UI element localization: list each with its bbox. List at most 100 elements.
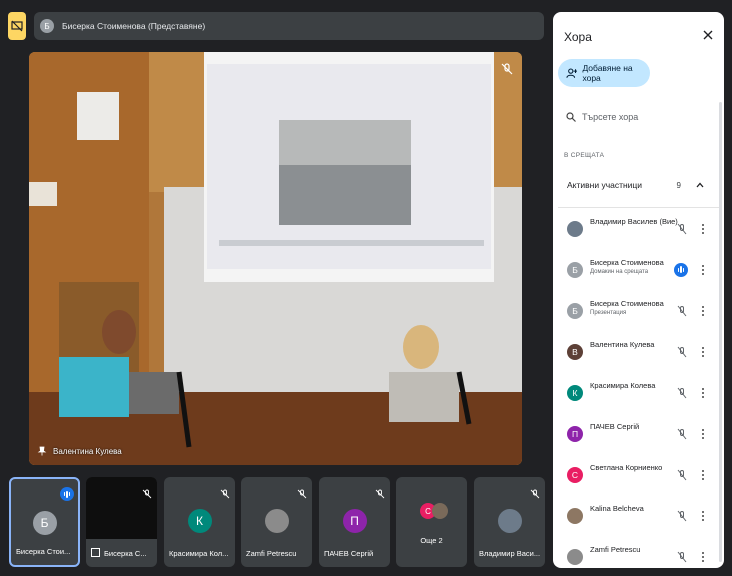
more-vert-icon[interactable] [698,264,708,276]
avatar: К [567,384,583,401]
more-vert-icon[interactable] [698,469,708,481]
mic-off-icon[interactable] [676,551,688,563]
mic-off-icon[interactable] [676,223,688,235]
search-input[interactable]: Търсете хора [558,104,719,130]
search-placeholder: Търсете хора [582,112,639,122]
participant-row[interactable]: К Красимира Колева [558,372,719,413]
mic-off-icon [375,489,385,499]
participant-tile[interactable]: П ПАЧЕВ Сергій [319,477,390,567]
presenter-avatar: Б [40,19,54,33]
participant-name: ПАЧЕВ Сергій [590,422,640,431]
participant-row[interactable]: Б Бисерка Стоименова Презентация [558,290,719,331]
main-video-name-text: Валентина Кулева [53,446,122,456]
participant-name: Светлана Корниенко [590,463,663,472]
participant-tile[interactable]: К Красимира Кол... [164,477,235,567]
participant-row[interactable]: Kalina Belcheva [558,495,719,536]
participant-name: Zamfi Petrescu [590,545,641,554]
presentation-badge-icon[interactable] [8,12,26,40]
participant-row[interactable]: В Валентина Кулева [558,331,719,372]
avatar [264,509,289,533]
mic-off-icon[interactable] [676,305,688,317]
participant-row[interactable]: Владимир Василев (Вие) [558,208,719,249]
more-vert-icon[interactable] [698,346,708,358]
participant-name: Бисерка Стоименова [590,299,664,308]
avatar: Б [567,261,583,278]
avatar: П [567,425,583,442]
screen-share-thumbnail [86,477,157,539]
more-participants-tile[interactable]: С Още 2 [396,477,467,567]
participant-role: Презентация [590,310,627,316]
avatar [432,503,448,519]
mic-off-icon[interactable] [676,428,688,440]
add-person-icon [566,68,578,78]
video-scene [29,52,522,465]
mic-off-icon[interactable] [676,510,688,522]
mic-off-icon [297,489,307,499]
main-video[interactable]: Валентина Кулева [29,52,522,465]
add-people-label: Добавяне на хора [582,63,633,83]
speaking-indicator-icon [674,262,688,277]
participant-row[interactable]: Zamfi Petrescu [558,536,719,568]
people-panel: Хора Добавяне на хора Търсете хора В СРЕ… [553,12,724,568]
tile-name: Бисерка С... [104,549,147,558]
tile-name: Бисерка Стои... [16,547,71,556]
more-vert-icon[interactable] [698,223,708,235]
section-label: В СРЕЩАТА [564,152,605,159]
mic-off-icon [530,489,540,499]
avatar: Б [32,511,57,535]
more-vert-icon[interactable] [698,510,708,522]
more-vert-icon[interactable] [698,305,708,317]
chevron-up-icon[interactable] [695,180,705,190]
presenter-chip[interactable]: Б Бисерка Стоименова (Представяне) [34,12,544,40]
avatar [567,220,583,237]
tile-name: Владимир Васи... [479,549,541,558]
scrollbar[interactable] [719,102,722,562]
mic-off-icon[interactable] [676,469,688,481]
participant-name: Kalina Belcheva [590,504,644,513]
more-vert-icon[interactable] [698,551,708,563]
participant-list: Владимир Василев (Вие) Б Бисерка Стоимен… [558,208,719,568]
mic-off-icon[interactable] [676,387,688,399]
avatar [567,507,583,524]
participant-name: Владимир Василев (Вие) [590,217,678,226]
participant-row[interactable]: С Светлана Корниенко [558,454,719,495]
presenter-label: Бисерка Стоименова (Представяне) [62,21,206,31]
pin-icon[interactable] [37,446,47,456]
main-video-name: Валентина Кулева [37,446,122,456]
avatar [497,509,522,533]
participant-tile[interactable]: Zamfi Petrescu [241,477,312,567]
participant-row[interactable]: П ПАЧЕВ Сергій [558,413,719,454]
add-people-button[interactable]: Добавяне на хора [558,59,650,87]
participant-tiles: Б Бисерка Стои... Бисерка С... К Красими… [9,477,546,567]
participant-tile[interactable]: Бисерка С... [86,477,157,567]
mic-off-icon [142,489,152,499]
avatar: П [342,509,367,533]
mic-off-icon [220,489,230,499]
tile-name-wrap: Бисерка С... [91,548,155,558]
avatar: К [187,509,212,533]
panel-title: Хора [564,30,592,44]
search-icon [566,112,576,122]
group-count: 9 [676,180,681,190]
mic-off-icon[interactable] [676,346,688,358]
group-label: Активни участници [567,180,643,190]
more-vert-icon[interactable] [698,428,708,440]
avatar: С [567,466,583,483]
avatar: Б [567,302,583,319]
active-participants-group[interactable]: Активни участници 9 [558,172,719,198]
avatar: В [567,343,583,360]
tile-name: ПАЧЕВ Сергій [324,549,374,558]
participant-tile[interactable]: Б Бисерка Стои... [9,477,80,567]
participant-row[interactable]: Б Бисерка Стоименова Домакин на срещата [558,249,719,290]
participant-name: Красимира Колева [590,381,656,390]
tile-name: Красимира Кол... [169,549,229,558]
avatar [567,548,583,565]
present-screen-icon [91,548,100,557]
speaking-indicator-icon [60,487,74,501]
participant-name: Валентина Кулева [590,340,655,349]
close-icon[interactable] [702,28,714,40]
participant-tile[interactable]: Владимир Васи... [474,477,545,567]
tile-name: Zamfi Petrescu [246,549,297,558]
more-vert-icon[interactable] [698,387,708,399]
participant-role: Домакин на срещата [590,269,649,275]
